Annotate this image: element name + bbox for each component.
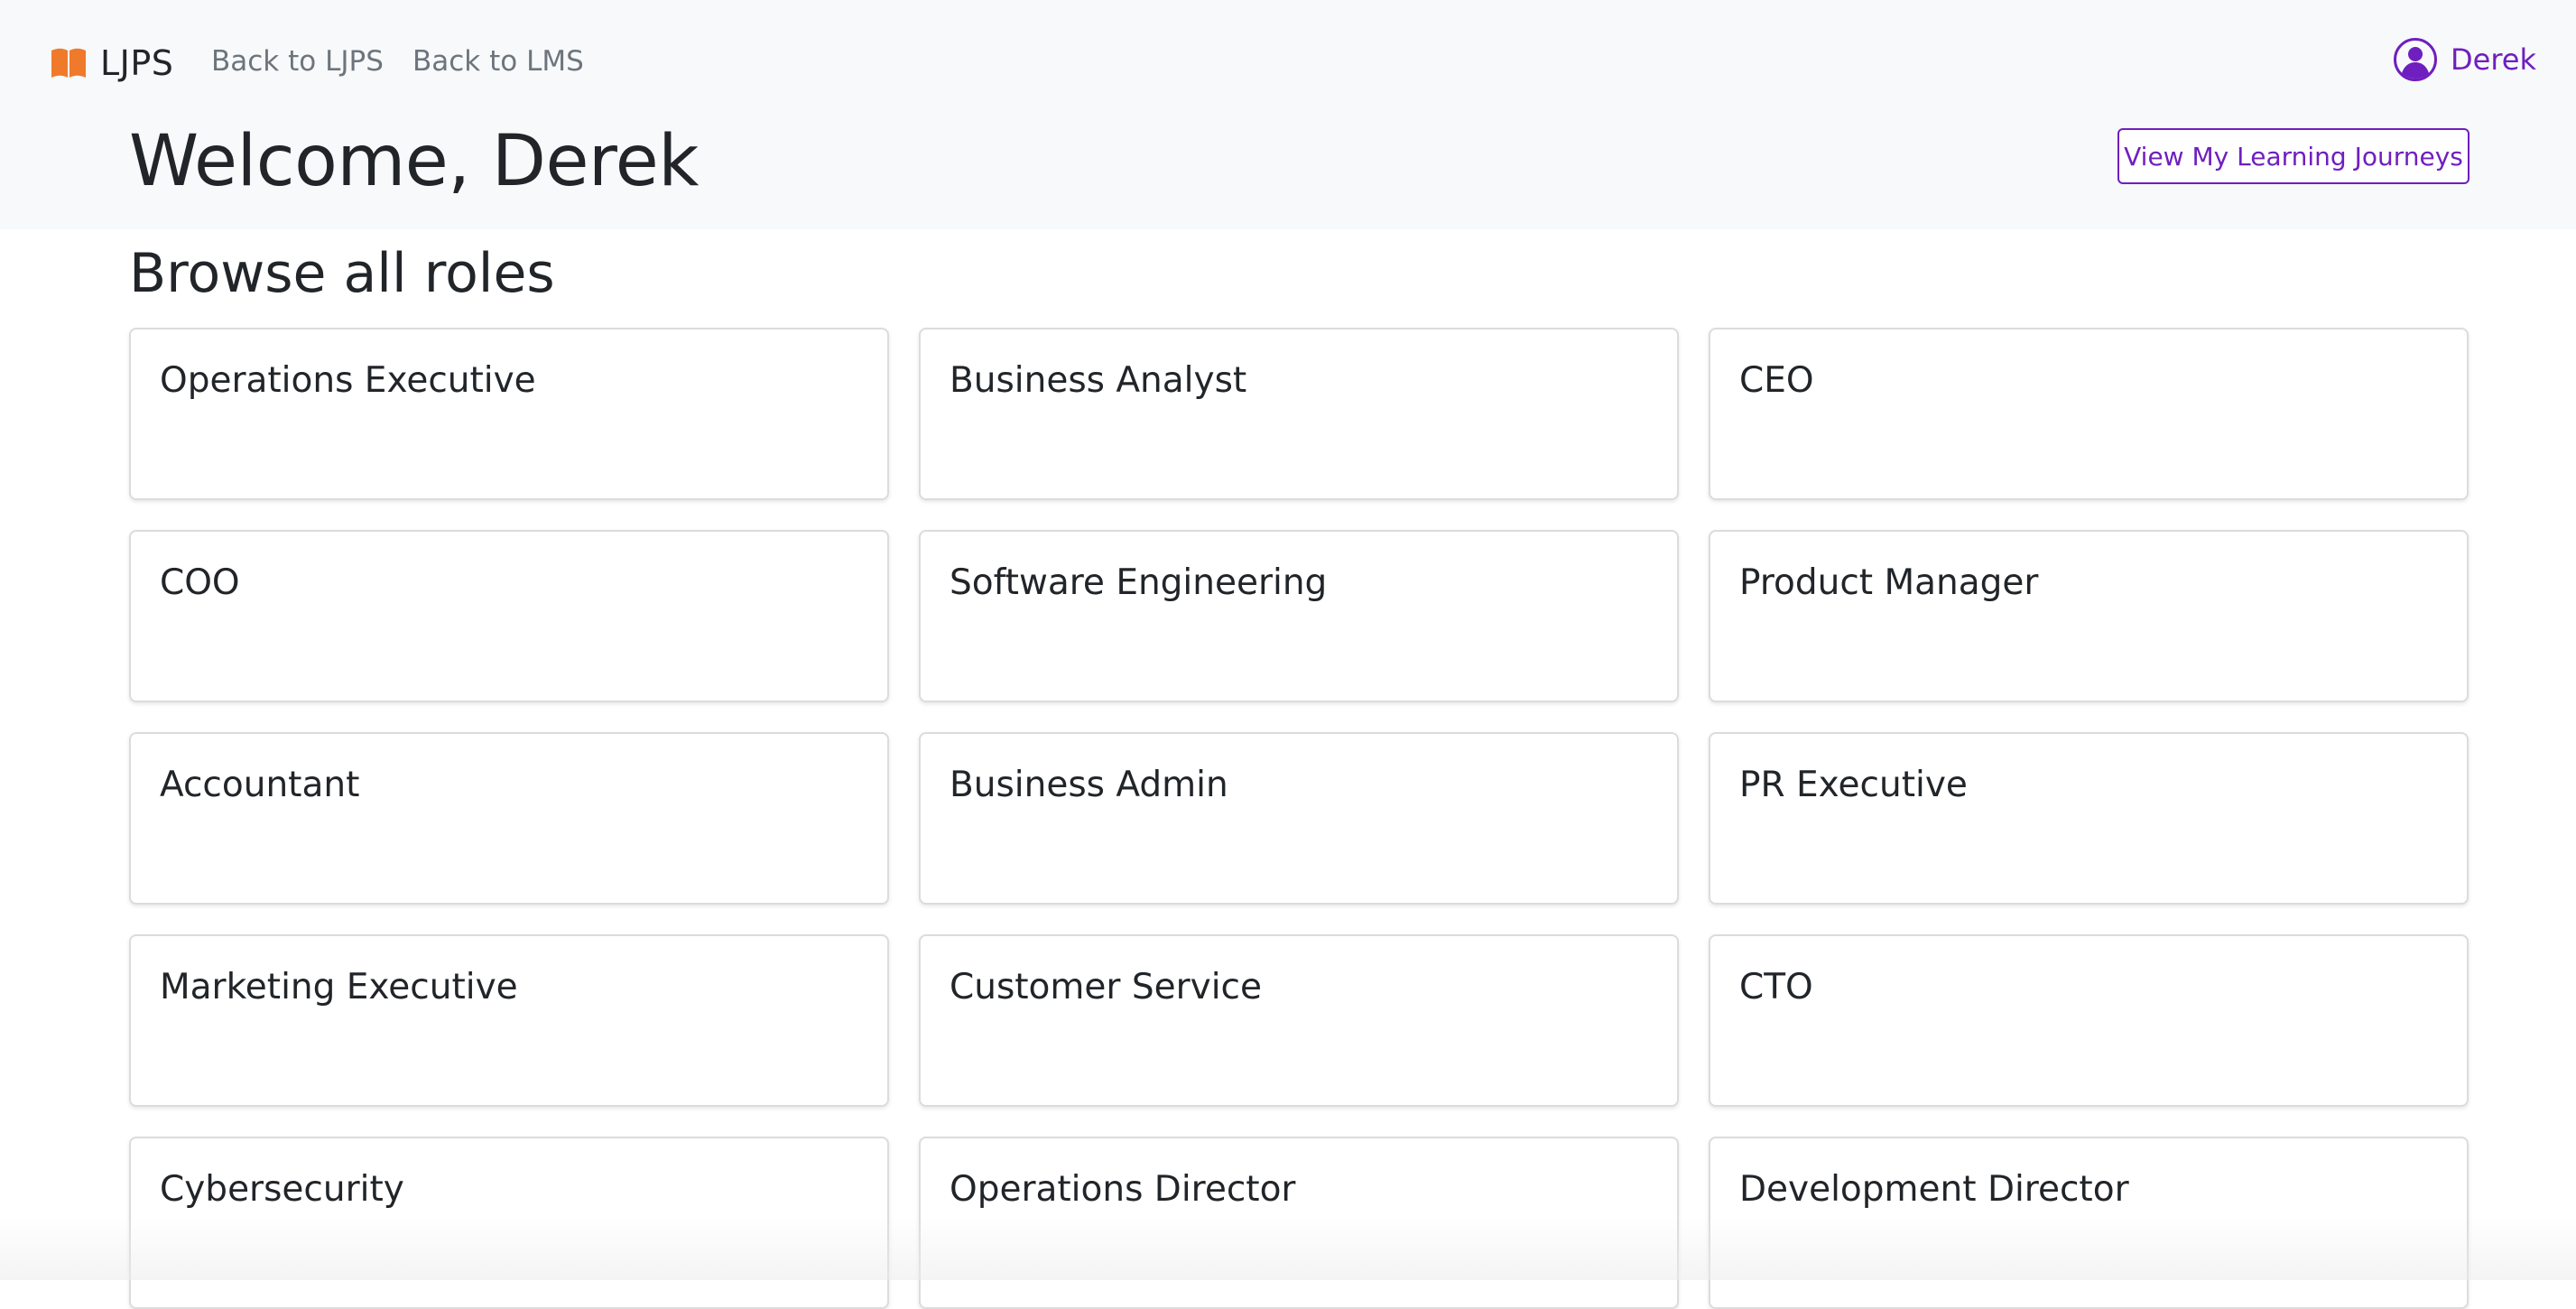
- view-learning-journeys-button[interactable]: View My Learning Journeys: [2117, 128, 2469, 184]
- role-card[interactable]: Operations Director: [919, 1137, 1679, 1309]
- role-title: Operations Executive: [160, 360, 858, 401]
- role-title: COO: [160, 562, 858, 603]
- role-card[interactable]: Marketing Executive: [129, 934, 889, 1107]
- back-to-ljps-link[interactable]: Back to LJPS: [211, 45, 384, 78]
- role-title: Software Engineering: [950, 562, 1648, 603]
- role-card[interactable]: CEO: [1709, 328, 2469, 500]
- role-title: Development Director: [1739, 1169, 2438, 1210]
- role-title: Business Analyst: [950, 360, 1648, 401]
- role-card[interactable]: COO: [129, 530, 889, 702]
- role-title: CEO: [1739, 360, 2438, 401]
- user-circle-icon: [2393, 37, 2438, 82]
- role-title: Operations Director: [950, 1169, 1648, 1210]
- role-title: Product Manager: [1739, 562, 2438, 603]
- role-card[interactable]: Product Manager: [1709, 530, 2469, 702]
- role-title: CTO: [1739, 967, 2438, 1007]
- role-title: Marketing Executive: [160, 967, 858, 1007]
- role-card[interactable]: Customer Service: [919, 934, 1679, 1107]
- section-title: Browse all roles: [129, 244, 555, 303]
- user-menu[interactable]: Derek: [2393, 36, 2536, 83]
- role-card[interactable]: Accountant: [129, 732, 889, 905]
- back-to-lms-link[interactable]: Back to LMS: [412, 45, 584, 78]
- role-card[interactable]: Business Analyst: [919, 328, 1679, 500]
- role-card[interactable]: PR Executive: [1709, 732, 2469, 905]
- role-card[interactable]: Development Director: [1709, 1137, 2469, 1309]
- brand-name: LJPS: [100, 43, 173, 83]
- roles-grid: Operations Executive Business Analyst CE…: [129, 328, 2469, 1309]
- role-card[interactable]: Business Admin: [919, 732, 1679, 905]
- role-title: Accountant: [160, 765, 858, 805]
- user-name: Derek: [2451, 42, 2536, 77]
- role-title: Business Admin: [950, 765, 1648, 805]
- navbar: LJPS Back to LJPS Back to LMS Derek: [0, 0, 2576, 126]
- book-icon: [50, 47, 88, 79]
- role-card[interactable]: Cybersecurity: [129, 1137, 889, 1309]
- welcome-heading: Welcome, Derek: [129, 126, 699, 197]
- role-title: Customer Service: [950, 967, 1648, 1007]
- page-header: LJPS Back to LJPS Back to LMS Derek Welc…: [0, 0, 2576, 229]
- role-card[interactable]: Operations Executive: [129, 328, 889, 500]
- role-card[interactable]: CTO: [1709, 934, 2469, 1107]
- role-title: PR Executive: [1739, 765, 2438, 805]
- brand-link[interactable]: LJPS: [50, 38, 173, 88]
- role-title: Cybersecurity: [160, 1169, 858, 1210]
- role-card[interactable]: Software Engineering: [919, 530, 1679, 702]
